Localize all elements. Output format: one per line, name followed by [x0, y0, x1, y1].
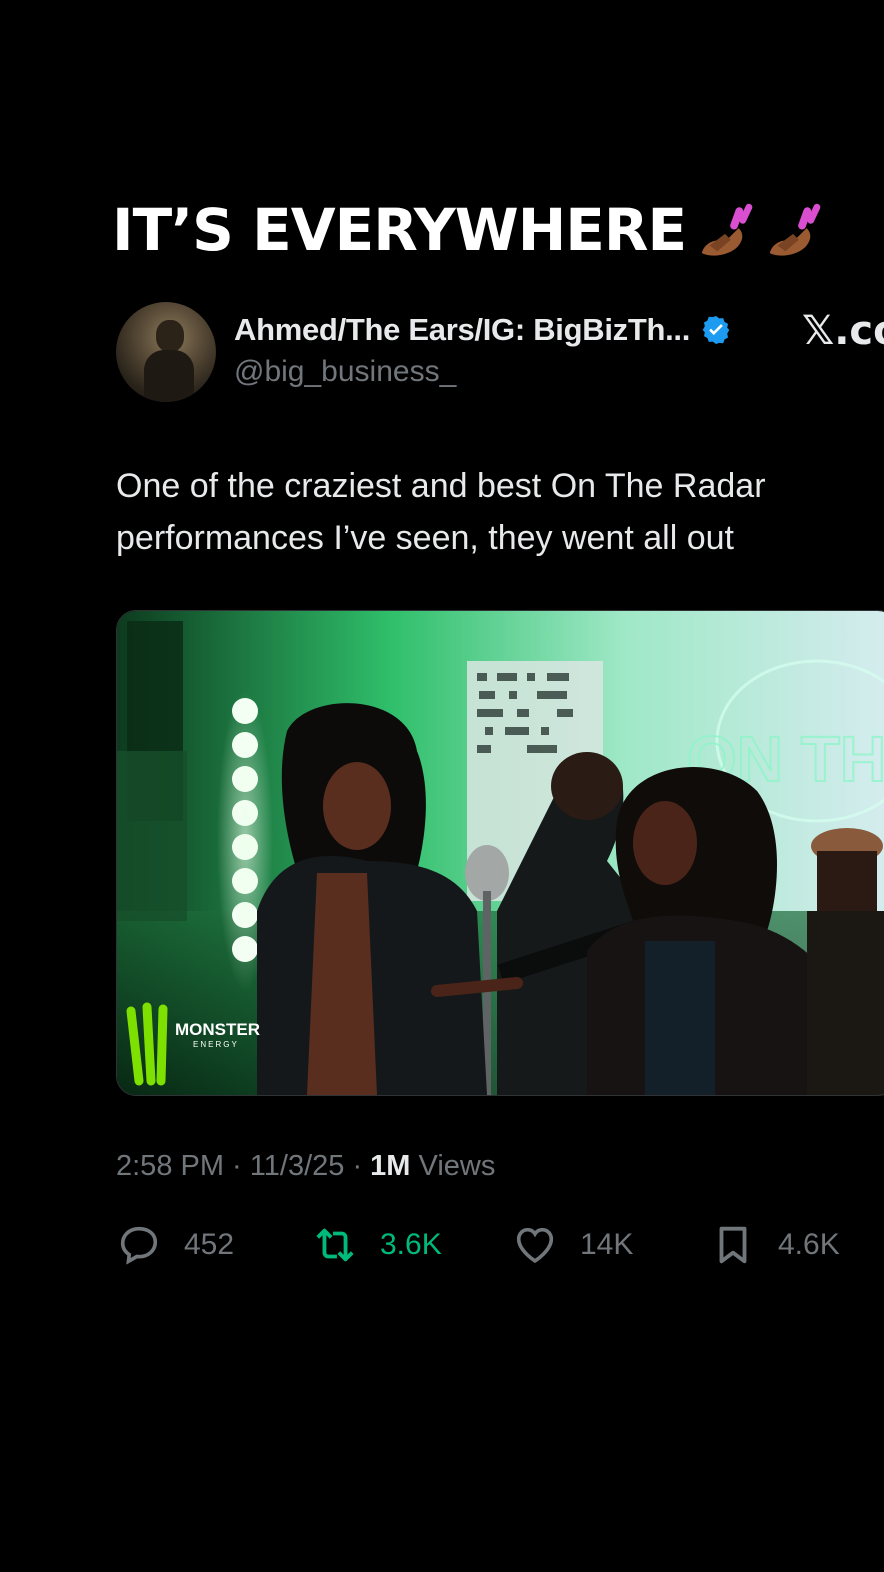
tweet-date[interactable]: 11/3/25	[250, 1150, 345, 1182]
like-button[interactable]: 14K	[512, 1222, 633, 1268]
avatar[interactable]	[116, 302, 216, 402]
like-count: 14K	[580, 1228, 634, 1261]
monster-logo-subtext: ENERGY	[193, 1040, 239, 1049]
bookmark-count: 4.6K	[778, 1228, 840, 1261]
x-logo: 𝕏.co	[802, 308, 884, 354]
reply-icon	[120, 1226, 158, 1265]
monster-logo-text: MONSTER	[175, 1020, 260, 1039]
views-label: Views	[410, 1150, 496, 1182]
video-caption: IT’S EVERYWHERE	[112, 196, 826, 264]
tweet-text-line: performances I’ve seen, they went all ou…	[116, 519, 734, 557]
verified-badge-icon	[702, 316, 730, 344]
meta-separator: ·	[344, 1150, 371, 1182]
reply-count: 452	[184, 1228, 235, 1261]
nail-polish-icon	[770, 203, 821, 256]
reply-button[interactable]: 452	[116, 1222, 234, 1268]
author-handle[interactable]: @big_business_	[234, 355, 456, 389]
author-name[interactable]: Ahmed/The Ears/IG: BigBizTh...	[234, 312, 690, 348]
video-frame: ON THE RADAR MONSTER ENERGY	[117, 611, 884, 1095]
tweet-time[interactable]: 2:58 PM	[116, 1150, 224, 1182]
retweet-button[interactable]: 3.6K	[312, 1222, 442, 1268]
tweet-meta: 2:58 PM · 11/3/25 · 1M Views	[116, 1150, 495, 1183]
author-name-row[interactable]: Ahmed/The Ears/IG: BigBizTh...	[234, 312, 732, 348]
tweet-text-line: One of the craziest and best On The Rada…	[116, 467, 766, 505]
tweet-card[interactable]: Ahmed/The Ears/IG: BigBizTh... 𝕏.co @big…	[116, 300, 884, 1265]
tweet-header: Ahmed/The Ears/IG: BigBizTh... 𝕏.co @big…	[116, 300, 884, 404]
caption-text: IT’S EVERYWHERE	[112, 196, 687, 264]
retweet-count: 3.6K	[380, 1228, 442, 1261]
nail-polish-icon	[702, 203, 753, 256]
heart-icon	[516, 1227, 554, 1264]
retweet-icon	[316, 1228, 354, 1262]
bookmark-icon	[719, 1226, 747, 1264]
tweet-text: One of the craziest and best On The Rada…	[116, 460, 856, 564]
nail-polish-emojis	[696, 199, 826, 261]
meta-separator: ·	[224, 1150, 250, 1182]
bookmark-button[interactable]: 4.6K	[710, 1222, 840, 1268]
views-count: 1M	[370, 1150, 411, 1182]
tweet-actions: 452 3.6K 14K 4.6K	[116, 1222, 856, 1272]
tweet-video[interactable]: ON THE RADAR MONSTER ENERGY	[116, 610, 884, 1096]
